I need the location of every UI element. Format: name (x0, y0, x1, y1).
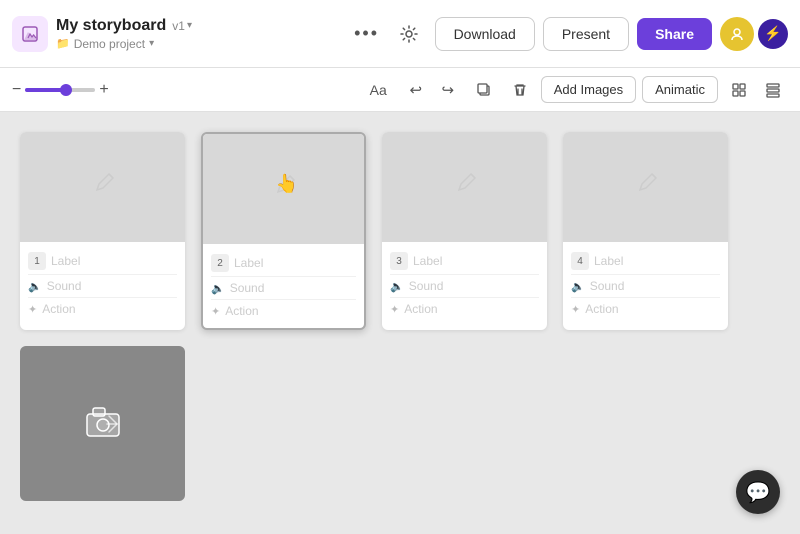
lightning-button[interactable]: ⚡ (758, 19, 788, 49)
settings-button[interactable] (391, 16, 427, 52)
card-fields-1: 1 Label 🔈 Sound ✦ Action (20, 242, 185, 326)
download-button[interactable]: Download (435, 17, 535, 51)
action-icon-4: ✦ (571, 303, 580, 316)
card-number-4: 4 (571, 252, 589, 270)
card-action-text-3: Action (404, 302, 437, 316)
list-view-button[interactable] (758, 75, 788, 105)
sound-icon-4: 🔈 (571, 280, 585, 293)
chat-icon: 💬 (746, 480, 771, 505)
card-label-text-1: Label (51, 254, 80, 268)
card-number-2: 2 (211, 254, 229, 272)
storyboard-card-4[interactable]: 4 Label 🔈 Sound ✦ Action (563, 132, 728, 330)
card-action-text-4: Action (585, 302, 618, 316)
logo-icon (12, 16, 48, 52)
card-number-3: 3 (390, 252, 408, 270)
card-sound-field-3[interactable]: 🔈 Sound (390, 275, 539, 298)
card-action-field-3[interactable]: ✦ Action (390, 298, 539, 320)
redo-button[interactable]: ↪ (433, 75, 463, 105)
avatar (720, 17, 754, 51)
zoom-out-button[interactable]: − (12, 81, 21, 99)
action-icon-2: ✦ (211, 305, 220, 318)
card-label-field-4[interactable]: 4 Label (571, 248, 720, 275)
font-button[interactable]: Aa (362, 78, 395, 102)
add-images-button[interactable]: Add Images (541, 76, 636, 103)
project-dropdown-arrow: ▾ (149, 38, 154, 49)
cursor-pointer: 👆 (276, 173, 298, 194)
zoom-area: − + (12, 81, 109, 99)
card-fields-2: 2 Label 🔈 Sound ✦ Action (203, 244, 364, 328)
card-action-text-2: Action (225, 304, 258, 318)
card-label-text-4: Label (594, 254, 623, 268)
card-fields-3: 3 Label 🔈 Sound ✦ Action (382, 242, 547, 326)
card-number-1: 1 (28, 252, 46, 270)
sound-icon-3: 🔈 (390, 280, 404, 293)
storyboard-card-1[interactable]: 1 Label 🔈 Sound ✦ Action (20, 132, 185, 330)
action-icon-1: ✦ (28, 303, 37, 316)
card-action-field-2[interactable]: ✦ Action (211, 300, 356, 322)
card-label-text-3: Label (413, 254, 442, 268)
card-sound-text-1: Sound (47, 279, 82, 293)
add-scene-button[interactable] (20, 346, 185, 501)
card-image-1[interactable] (20, 132, 185, 242)
card-sound-field-4[interactable]: 🔈 Sound (571, 275, 720, 298)
card-image-4[interactable] (563, 132, 728, 242)
card-sound-text-4: Sound (590, 279, 625, 293)
card-sound-text-3: Sound (409, 279, 444, 293)
card-action-field-1[interactable]: ✦ Action (28, 298, 177, 320)
card-image-3[interactable] (382, 132, 547, 242)
duplicate-button[interactable] (469, 75, 499, 105)
card-image-2[interactable]: 👆 (203, 134, 364, 244)
canvas: 1 Label 🔈 Sound ✦ Action 👆 (0, 112, 800, 534)
title-area: My storyboard v1 ▾ 📁 Demo project ▾ (56, 17, 192, 51)
card-sound-field-1[interactable]: 🔈 Sound (28, 275, 177, 298)
top-bar: My storyboard v1 ▾ 📁 Demo project ▾ ••• … (0, 0, 800, 68)
storyboard-card-2[interactable]: 👆 2 Label 🔈 Sound ✦ Action (201, 132, 366, 330)
action-icon-3: ✦ (390, 303, 399, 316)
edit-pencil-icon-4 (632, 170, 660, 205)
undo-button[interactable]: ↩ (401, 75, 431, 105)
chat-button[interactable]: 💬 (736, 470, 780, 514)
card-sound-field-2[interactable]: 🔈 Sound (211, 277, 356, 300)
card-action-text-1: Action (42, 302, 75, 316)
card-label-text-2: Label (234, 256, 263, 270)
card-sound-text-2: Sound (230, 281, 265, 295)
project-name: Demo project (74, 37, 145, 51)
edit-pencil-icon-1 (89, 170, 117, 205)
share-button[interactable]: Share (637, 18, 712, 50)
present-button[interactable]: Present (543, 17, 629, 51)
card-label-field-3[interactable]: 3 Label (390, 248, 539, 275)
card-label-field-1[interactable]: 1 Label (28, 248, 177, 275)
more-options-button[interactable]: ••• (351, 18, 383, 50)
project-row[interactable]: 📁 Demo project ▾ (56, 37, 192, 51)
delete-button[interactable] (505, 75, 535, 105)
card-label-field-2[interactable]: 2 Label (211, 250, 356, 277)
sound-icon-1: 🔈 (28, 280, 42, 293)
sound-icon-2: 🔈 (211, 282, 225, 295)
animatic-button[interactable]: Animatic (642, 76, 718, 103)
card-fields-4: 4 Label 🔈 Sound ✦ Action (563, 242, 728, 326)
zoom-slider[interactable] (25, 88, 95, 92)
folder-icon: 📁 (56, 37, 70, 50)
edit-pencil-icon-3 (451, 170, 479, 205)
storyboard-card-3[interactable]: 3 Label 🔈 Sound ✦ Action (382, 132, 547, 330)
zoom-in-button[interactable]: + (99, 81, 108, 99)
toolbar: − + Aa ↩ ↪ Add Images Animatic (0, 68, 800, 112)
version-badge: v1 ▾ (172, 19, 192, 33)
grid-view-button[interactable] (724, 75, 754, 105)
storyboard-title: My storyboard (56, 17, 166, 35)
card-action-field-4[interactable]: ✦ Action (571, 298, 720, 320)
